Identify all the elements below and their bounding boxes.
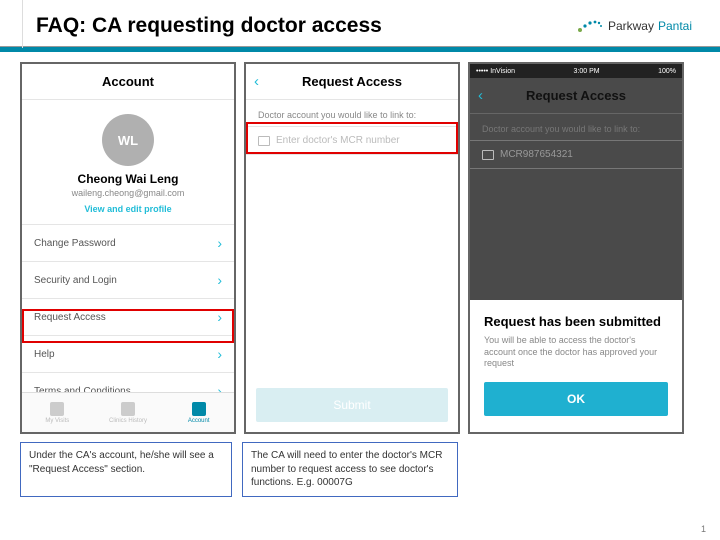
tab-label: Account: [188, 418, 210, 424]
phone-submitted: ••••• InVision 3:00 PM 100% ‹ Request Ac…: [468, 62, 684, 434]
menu-label: Request Access: [34, 312, 106, 323]
chevron-right-icon: ›: [217, 272, 222, 288]
page-number: 1: [701, 524, 706, 534]
back-icon[interactable]: ‹: [478, 87, 483, 104]
slide-title: FAQ: CA requesting doctor access: [36, 14, 382, 38]
menu-label: Security and Login: [34, 275, 117, 286]
user-name: Cheong Wai Leng: [22, 172, 234, 186]
slide-header: FAQ: CA requesting doctor access Parkway…: [0, 0, 720, 46]
menu-change-password[interactable]: Change Password ›: [22, 224, 234, 261]
success-modal: Request has been submitted You will be a…: [470, 300, 682, 432]
status-bar: ••••• InVision 3:00 PM 100%: [470, 64, 682, 78]
chevron-right-icon: ›: [217, 235, 222, 251]
chevron-right-icon: ›: [217, 346, 222, 362]
screenshots-row: Account WL Cheong Wai Leng waileng.cheon…: [0, 62, 720, 434]
submit-button[interactable]: Submit: [256, 388, 448, 422]
modal-title: Request has been submitted: [484, 314, 668, 329]
avatar: WL: [102, 114, 154, 166]
hint-text: Doctor account you would like to link to…: [246, 100, 458, 126]
menu-request-access[interactable]: Request Access ›: [22, 298, 234, 335]
phone-request-access: ‹ Request Access Doctor account you woul…: [244, 62, 460, 434]
accent-bar: [0, 46, 720, 52]
menu-label: Help: [34, 349, 55, 360]
logo-text-pantai: Pantai: [658, 19, 692, 33]
caption-2: The CA will need to enter the doctor's M…: [242, 442, 458, 497]
logo-mark-icon: [576, 17, 604, 35]
list-icon: [50, 402, 64, 416]
captions-row: Under the CA's account, he/she will see …: [0, 434, 720, 497]
brand-logo: Parkway Pantai: [576, 17, 692, 35]
card-icon: [258, 136, 270, 146]
user-email: waileng.cheong@gmail.com: [22, 188, 234, 198]
ok-button[interactable]: OK: [484, 382, 668, 416]
mcr-input-filled: MCR987654321: [470, 140, 682, 169]
tab-bar: My Visits Clinics History Account: [22, 392, 234, 432]
menu-label: Change Password: [34, 238, 116, 249]
tab-my-visits[interactable]: My Visits: [22, 393, 93, 432]
screen-title: ‹ Request Access: [246, 64, 458, 100]
phone-account: Account WL Cheong Wai Leng waileng.cheon…: [20, 62, 236, 434]
screen-title: ‹ Request Access: [470, 78, 682, 114]
tab-account[interactable]: Account: [163, 393, 234, 432]
modal-body: You will be able to access the doctor's …: [484, 335, 668, 370]
status-carrier: ••••• InVision: [476, 68, 515, 75]
tab-clinics[interactable]: Clinics History: [93, 393, 164, 432]
status-time: 3:00 PM: [574, 68, 600, 75]
menu-help[interactable]: Help ›: [22, 335, 234, 372]
tab-label: Clinics History: [109, 418, 147, 424]
hint-text: Doctor account you would like to link to…: [470, 114, 682, 140]
chevron-right-icon: ›: [217, 309, 222, 325]
mcr-input[interactable]: Enter doctor's MCR number: [246, 126, 458, 155]
mcr-value: MCR987654321: [500, 149, 573, 160]
tab-label: My Visits: [45, 418, 69, 424]
screen-title: Account: [22, 64, 234, 100]
decorative-rule: [22, 0, 23, 48]
title-text: Request Access: [302, 74, 402, 89]
user-icon: [192, 402, 206, 416]
status-battery: 100%: [658, 68, 676, 75]
card-icon: [482, 150, 494, 160]
home-icon: [121, 402, 135, 416]
back-icon[interactable]: ‹: [254, 73, 259, 90]
menu-security-login[interactable]: Security and Login ›: [22, 261, 234, 298]
view-profile-link[interactable]: View and edit profile: [22, 204, 234, 214]
logo-text-parkway: Parkway: [608, 19, 654, 33]
title-text: Request Access: [526, 88, 626, 103]
caption-1: Under the CA's account, he/she will see …: [20, 442, 232, 497]
placeholder-text: Enter doctor's MCR number: [276, 135, 400, 146]
